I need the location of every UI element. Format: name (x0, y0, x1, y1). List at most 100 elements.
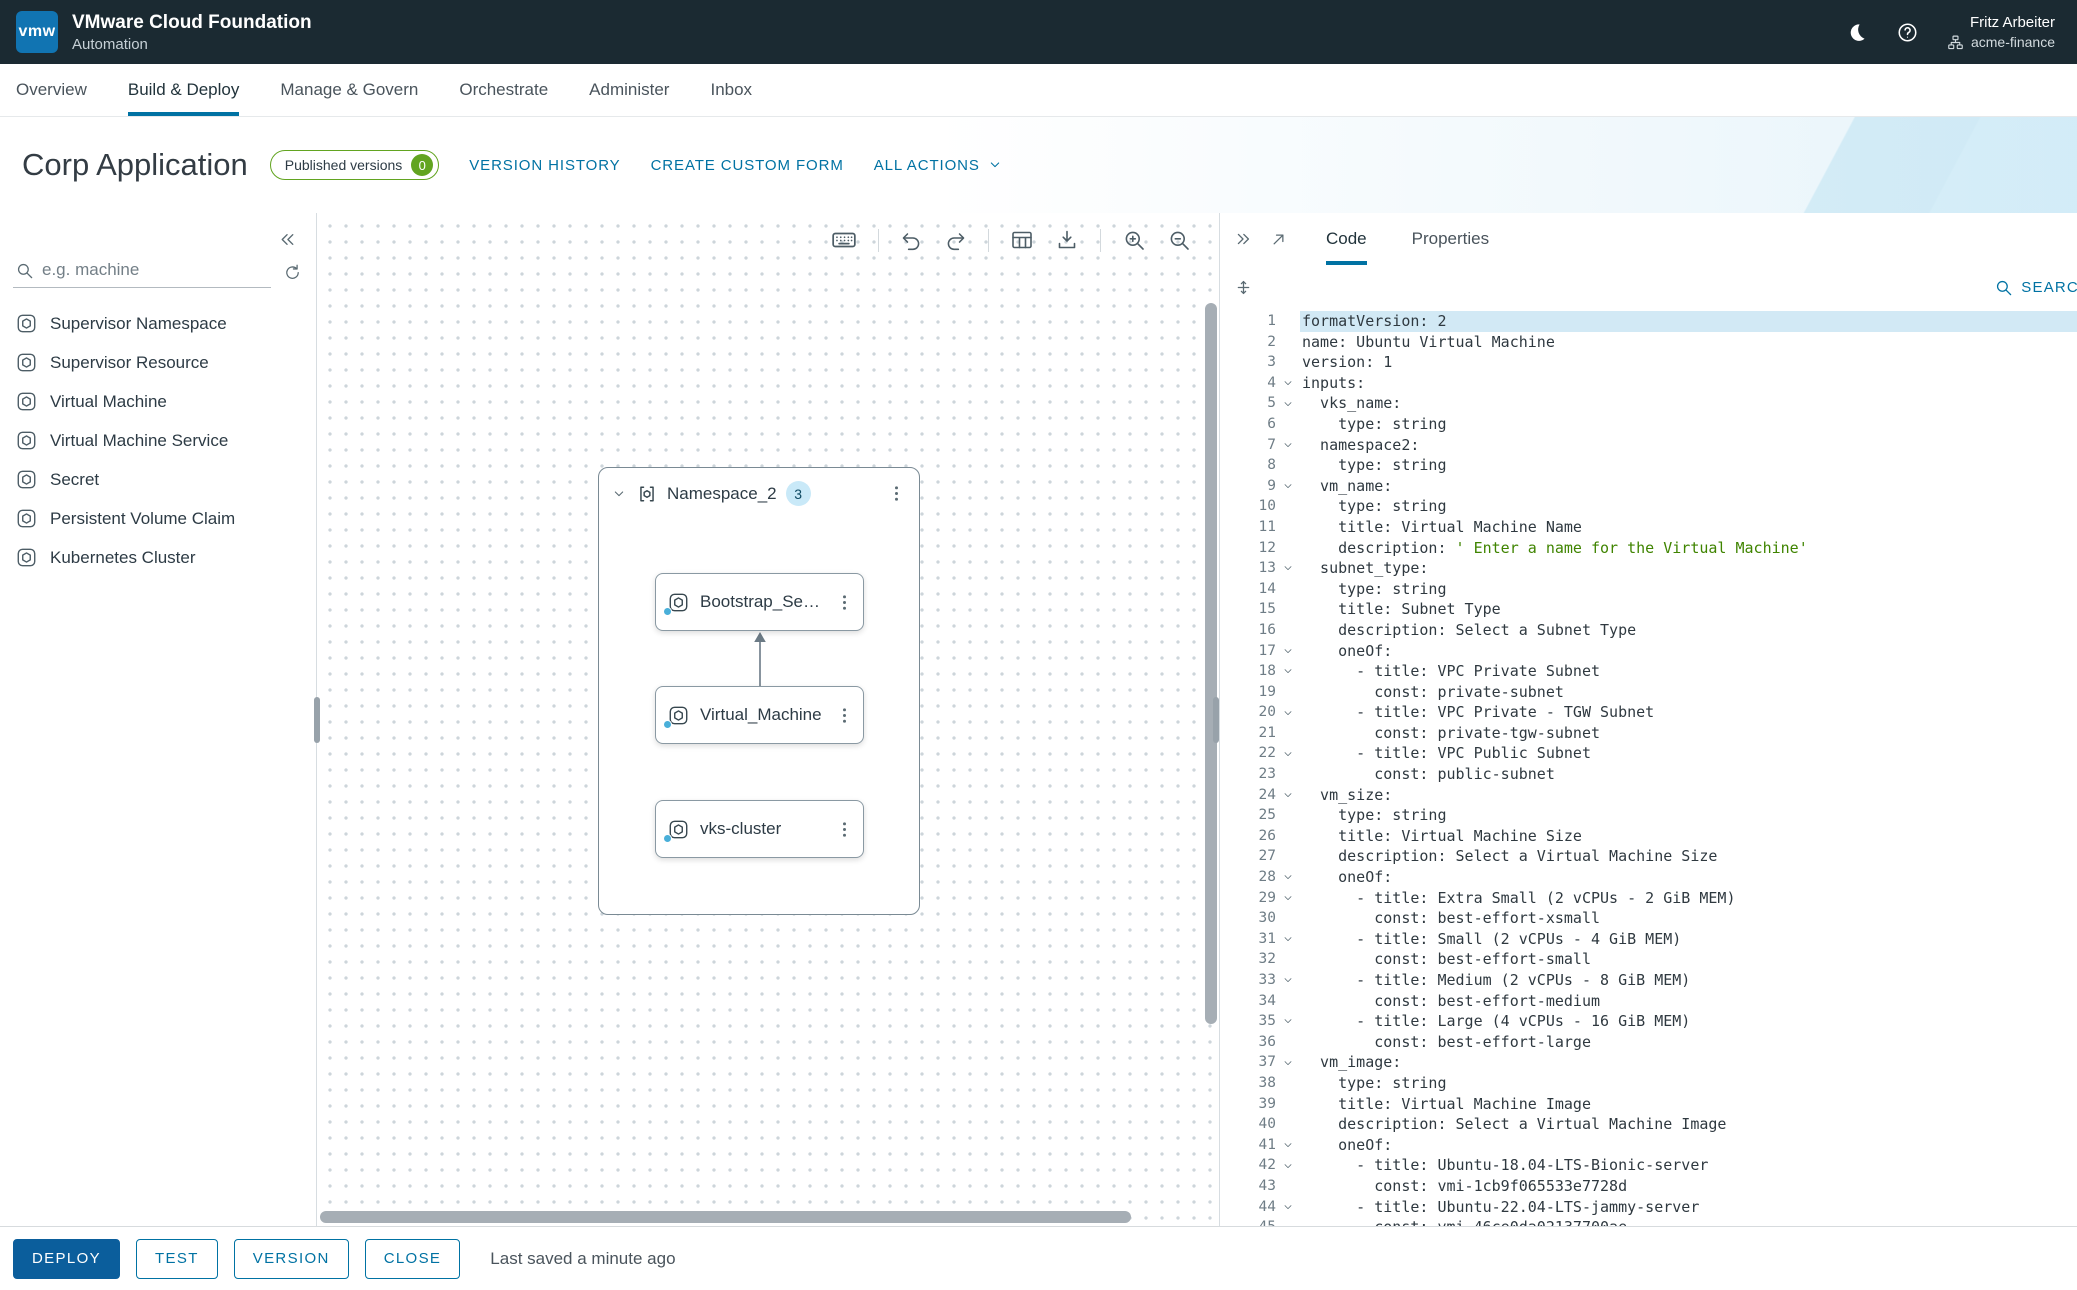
code-line[interactable]: 24 vm_size: (1220, 785, 2077, 806)
fold-caret-icon[interactable] (1276, 707, 1300, 719)
code-line[interactable]: 23 const: public-subnet (1220, 764, 2077, 785)
fold-caret-icon[interactable] (1276, 1057, 1300, 1069)
code-line[interactable]: 13 subnet_type: (1220, 558, 2077, 579)
resize-editor-icon[interactable] (1234, 278, 1253, 297)
fold-caret-icon[interactable] (1276, 398, 1300, 410)
code-line[interactable]: 25 type: string (1220, 805, 2077, 826)
code-line[interactable]: 32 const: best-effort-small (1220, 949, 2077, 970)
tab-orchestrate[interactable]: Orchestrate (459, 64, 548, 116)
code-line[interactable]: 37 vm_image: (1220, 1052, 2077, 1073)
right-splitter-handle[interactable] (1213, 697, 1219, 743)
keyboard-shortcuts-icon[interactable] (831, 227, 857, 253)
fold-caret-icon[interactable] (1276, 933, 1300, 945)
kebab-menu-icon[interactable] (886, 483, 907, 504)
zoom-out-icon[interactable] (1167, 228, 1191, 252)
fold-caret-icon[interactable] (1276, 871, 1300, 883)
code-line[interactable]: 1formatVersion: 2 (1220, 311, 2077, 332)
fold-caret-icon[interactable] (1276, 665, 1300, 677)
open-diagonal-icon[interactable] (1269, 230, 1288, 249)
undo-icon[interactable] (900, 229, 923, 252)
code-line[interactable]: 10 type: string (1220, 496, 2077, 517)
tab-administer[interactable]: Administer (589, 64, 669, 116)
code-line[interactable]: 40 description: Select a Virtual Machine… (1220, 1114, 2077, 1135)
palette-item-persistent-volume-claim[interactable]: Persistent Volume Claim (0, 499, 316, 538)
double-chevron-right-icon[interactable] (1233, 229, 1253, 249)
code-line[interactable]: 45 const: vmi-46ce0da02137700ae (1220, 1217, 2077, 1226)
code-line[interactable]: 21 const: private-tgw-subnet (1220, 723, 2077, 744)
code-line[interactable]: 2name: Ubuntu Virtual Machine (1220, 332, 2077, 353)
vmware-logo[interactable]: vmw (16, 11, 58, 53)
deploy-button[interactable]: DEPLOY (13, 1239, 120, 1279)
code-line[interactable]: 28 oneOf: (1220, 867, 2077, 888)
code-line[interactable]: 38 type: string (1220, 1073, 2077, 1094)
code-line[interactable]: 16 description: Select a Subnet Type (1220, 620, 2077, 641)
action-all-actions[interactable]: ALL ACTIONS (874, 157, 1003, 174)
code-line[interactable]: 42 - title: Ubuntu-18.04-LTS-Bionic-serv… (1220, 1155, 2077, 1176)
collapse-group-icon[interactable] (611, 486, 627, 502)
tab-inbox[interactable]: Inbox (710, 64, 752, 116)
code-search-button[interactable]: SEARCH (1994, 278, 2077, 297)
code-line[interactable]: 26 title: Virtual Machine Size (1220, 826, 2077, 847)
grid-view-icon[interactable] (1010, 228, 1034, 252)
code-line[interactable]: 35 - title: Large (4 vCPUs - 16 GiB MEM) (1220, 1011, 2077, 1032)
fold-caret-icon[interactable] (1276, 439, 1300, 451)
code-line[interactable]: 33 - title: Medium (2 vCPUs - 8 GiB MEM) (1220, 970, 2077, 991)
code-line[interactable]: 9 vm_name: (1220, 476, 2077, 497)
code-line[interactable]: 4inputs: (1220, 373, 2077, 394)
connector-dot[interactable] (663, 720, 672, 729)
palette-item-secret[interactable]: Secret (0, 460, 316, 499)
code-line[interactable]: 8 type: string (1220, 455, 2077, 476)
action-create-custom-form[interactable]: CREATE CUSTOM FORM (651, 157, 844, 174)
redo-icon[interactable] (944, 229, 967, 252)
node-vks-cluster[interactable]: vks-cluster (655, 800, 864, 858)
panel-tab-properties[interactable]: Properties (1412, 213, 1489, 265)
code-line[interactable]: 7 namespace2: (1220, 435, 2077, 456)
code-line[interactable]: 17 oneOf: (1220, 641, 2077, 662)
moon-icon[interactable] (1845, 21, 1868, 44)
fold-caret-icon[interactable] (1276, 789, 1300, 801)
panel-tab-code[interactable]: Code (1326, 213, 1367, 265)
connector-dot[interactable] (663, 607, 672, 616)
kebab-menu-icon[interactable] (834, 592, 855, 613)
canvas-v-scrollbar[interactable] (1205, 303, 1217, 1204)
fold-caret-icon[interactable] (1276, 892, 1300, 904)
code-editor[interactable]: 1formatVersion: 22name: Ubuntu Virtual M… (1220, 309, 2077, 1226)
palette-item-virtual-machine[interactable]: Virtual Machine (0, 382, 316, 421)
code-line[interactable]: 27 description: Select a Virtual Machine… (1220, 846, 2077, 867)
fold-caret-icon[interactable] (1276, 748, 1300, 760)
code-line[interactable]: 36 const: best-effort-large (1220, 1032, 2077, 1053)
palette-item-supervisor-resource[interactable]: Supervisor Resource (0, 343, 316, 382)
published-versions-badge[interactable]: Published versions 0 (270, 150, 440, 180)
fold-caret-icon[interactable] (1276, 1139, 1300, 1151)
collapse-sidebar-icon[interactable] (277, 229, 298, 250)
h-scroll-thumb[interactable] (320, 1211, 1131, 1223)
code-line[interactable]: 31 - title: Small (2 vCPUs - 4 GiB MEM) (1220, 929, 2077, 950)
action-version-history[interactable]: VERSION HISTORY (469, 157, 620, 174)
canvas-h-scrollbar[interactable] (320, 1211, 1201, 1223)
code-line[interactable]: 5 vks_name: (1220, 393, 2077, 414)
code-line[interactable]: 20 - title: VPC Private - TGW Subnet (1220, 702, 2077, 723)
code-line[interactable]: 43 const: vmi-1cb9f065533e7728d (1220, 1176, 2077, 1197)
version-button[interactable]: VERSION (234, 1239, 349, 1279)
help-icon[interactable] (1896, 21, 1919, 44)
code-line[interactable]: 3version: 1 (1220, 352, 2077, 373)
refresh-icon[interactable] (283, 263, 302, 282)
palette-item-kubernetes-cluster[interactable]: Kubernetes Cluster (0, 538, 316, 577)
code-line[interactable]: 30 const: best-effort-xsmall (1220, 908, 2077, 929)
left-splitter-handle[interactable] (314, 697, 320, 743)
code-line[interactable]: 44 - title: Ubuntu-22.04-LTS-jammy-serve… (1220, 1197, 2077, 1218)
code-line[interactable]: 15 title: Subnet Type (1220, 599, 2077, 620)
palette-item-virtual-machine-service[interactable]: Virtual Machine Service (0, 421, 316, 460)
design-canvas[interactable]: Namespace_2 3 Bootstrap_Sec...Virtual_Ma… (317, 213, 1219, 1226)
palette-search-input[interactable] (42, 260, 269, 280)
zoom-in-icon[interactable] (1122, 228, 1146, 252)
code-line[interactable]: 41 oneOf: (1220, 1135, 2077, 1156)
fold-caret-icon[interactable] (1276, 645, 1300, 657)
palette-item-supervisor-namespace[interactable]: Supervisor Namespace (0, 304, 316, 343)
org-selector[interactable]: acme-finance (1947, 34, 2055, 51)
tab-overview[interactable]: Overview (16, 64, 87, 116)
tab-build-deploy[interactable]: Build & Deploy (128, 64, 240, 116)
node-virtual-machine[interactable]: Virtual_Machine (655, 686, 864, 744)
group-node-namespace-2[interactable]: Namespace_2 3 Bootstrap_Sec...Virtual_Ma… (598, 467, 920, 915)
fold-caret-icon[interactable] (1276, 480, 1300, 492)
